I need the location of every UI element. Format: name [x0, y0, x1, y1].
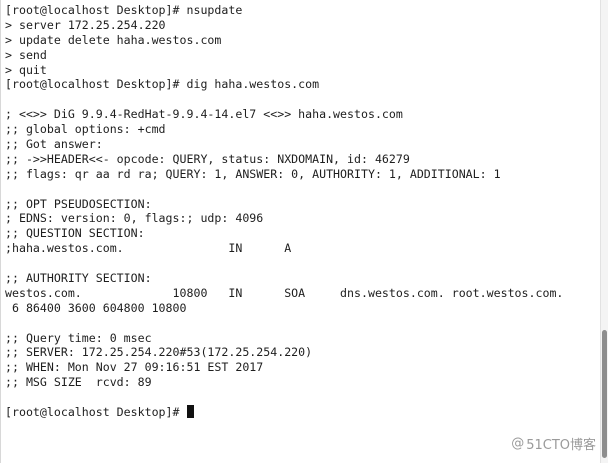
terminal-line: > quit [5, 62, 47, 77]
terminal-line: ;; global options: +cmd [5, 122, 166, 137]
terminal-line: > send [5, 47, 47, 62]
terminal-window[interactable]: [root@localhost Desktop]# nsupdate > ser… [0, 0, 608, 463]
terminal-line: ;; Query time: 0 msec [5, 330, 152, 345]
terminal-prompt: [root@localhost Desktop]# [5, 405, 187, 420]
terminal-line: ;; SERVER: 172.25.254.220#53(172.25.254.… [5, 345, 313, 360]
terminal-line: ;; flags: qr aa rd ra; QUERY: 1, ANSWER:… [5, 166, 501, 181]
watermark: @ 51CTO博客 [511, 434, 596, 453]
terminal-line: ;haha.westos.com. IN A [5, 241, 292, 256]
terminal-line: ; <<>> DiG 9.9.4-RedHat-9.9.4-14.el7 <<>… [5, 107, 403, 122]
terminal-line: [root@localhost Desktop]# nsupdate [5, 3, 243, 17]
at-sign-icon: @ [511, 436, 525, 451]
terminal-line: > server 172.25.254.220 [5, 17, 166, 32]
terminal-line: 6 86400 3600 604800 10800 [5, 300, 187, 315]
vertical-scrollbar[interactable] [600, 0, 608, 463]
watermark-text: 51CTO博客 [526, 438, 596, 453]
terminal-line: westos.com. 10800 IN SOA dns.westos.com.… [5, 285, 564, 300]
terminal-line: ;; WHEN: Mon Nov 27 09:16:51 EST 2017 [5, 360, 264, 375]
terminal-line: > update delete haha.westos.com [5, 32, 222, 47]
terminal-line: ;; MSG SIZE rcvd: 89 [5, 375, 152, 390]
text-cursor [187, 405, 195, 419]
terminal-line: ;; Got answer: [5, 137, 103, 152]
terminal-line: ;; ->>HEADER<<- opcode: QUERY, status: N… [5, 151, 410, 166]
terminal-line: ;; AUTHORITY SECTION: [5, 271, 152, 286]
scrollbar-thumb[interactable] [602, 330, 607, 458]
terminal-line: [root@localhost Desktop]# dig haha.westo… [5, 77, 320, 92]
terminal-line: ;; QUESTION SECTION: [5, 226, 145, 241]
terminal-line: ;; OPT PSEUDOSECTION: [5, 196, 152, 211]
terminal-output[interactable]: [root@localhost Desktop]# nsupdate > ser… [5, 3, 597, 420]
terminal-prompt-line[interactable]: [root@localhost Desktop]# [5, 405, 597, 420]
terminal-line: ; EDNS: version: 0, flags:; udp: 4096 [5, 211, 264, 226]
